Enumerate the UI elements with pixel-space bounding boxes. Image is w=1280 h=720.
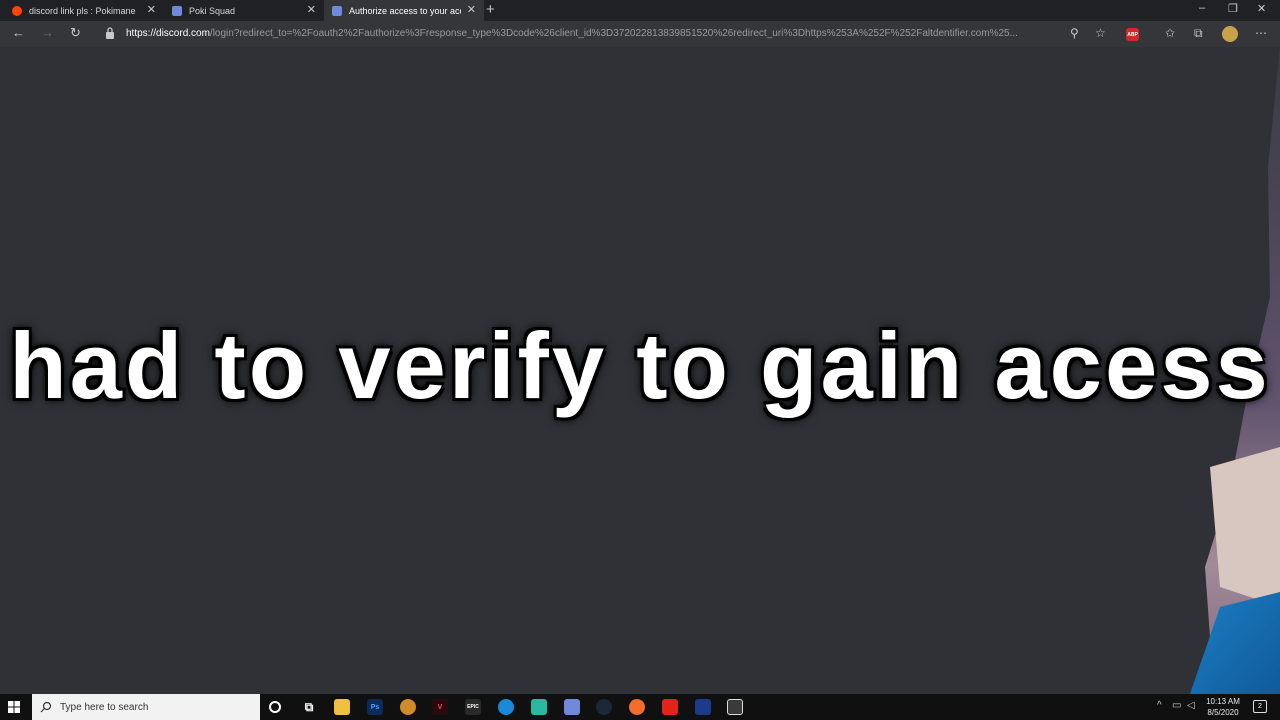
favorites-icon[interactable]: ✩ [1165,26,1175,40]
minimize-button[interactable]: – [1199,2,1205,14]
app-icon[interactable] [695,699,711,715]
tray-overflow-icon[interactable]: ^ [1157,700,1162,712]
page-content: had to verify to gain acess [0,47,1280,694]
url-path: /login?redirect_to=%2Foauth2%2Fauthorize… [209,28,1018,39]
app-icon[interactable] [531,699,547,715]
browser-toolbar: ← → ↻ https://discord.com/login?redirect… [0,21,1280,47]
task-view-icon[interactable]: ⧉ [301,699,317,715]
forward-button[interactable]: → [41,26,54,40]
clock-date: 8/5/2020 [1207,708,1239,717]
file-explorer-icon[interactable] [334,699,350,715]
clock-time: 10:13 AM [1206,697,1240,706]
tab-label: discord link pls : Pokimane [29,5,136,16]
collections-icon[interactable]: ⧉ [1194,26,1203,40]
video-caption: had to verify to gain acess [9,313,1271,418]
volume-icon[interactable]: ◁ [1187,700,1195,712]
close-window-button[interactable]: ✕ [1257,2,1266,15]
taskbar: Type here to search ⧉ Ps V EPIC ^ ▭ ◁ 10… [0,694,1280,720]
profile-avatar[interactable] [1222,26,1238,42]
search-icon [40,701,52,713]
cortana-icon[interactable] [269,701,281,713]
tab-label: Poki Squad [189,5,236,16]
steam-icon[interactable] [596,699,612,715]
refresh-button[interactable]: ↻ [70,26,81,40]
system-clock[interactable]: 10:13 AM 8/5/2020 [1200,696,1246,718]
discord-icon [332,5,342,16]
tab-strip: discord link pls : Pokimane ✕ Poki Squad… [0,0,1280,21]
search-placeholder: Type here to search [60,701,149,713]
tab-poki-squad[interactable]: Poki Squad ✕ [164,0,324,21]
discord-icon[interactable] [564,699,580,715]
photoshop-icon[interactable]: Ps [367,699,383,715]
new-tab-button[interactable]: + [486,2,495,17]
epic-games-icon[interactable]: EPIC [465,699,481,715]
close-icon[interactable]: ✕ [467,5,476,16]
network-icon[interactable]: ▭ [1172,700,1181,712]
reddit-icon [12,5,22,16]
back-button[interactable]: ← [12,26,25,40]
browser-window: discord link pls : Pokimane ✕ Poki Squad… [0,0,1280,694]
tab-authorize[interactable]: Authorize access to your account ✕ [324,0,484,21]
lock-icon [106,27,114,39]
tab-reddit[interactable]: discord link pls : Pokimane ✕ [4,0,164,21]
favorite-star-icon[interactable]: ☆ [1095,26,1106,40]
tab-label: Authorize access to your account [349,5,461,16]
notification-center-icon[interactable]: 2 [1253,700,1267,713]
address-bar[interactable]: https://discord.com/login?redirect_to=%2… [126,28,1056,39]
more-menu-icon[interactable]: ⋯ [1255,26,1267,40]
app-icon[interactable] [727,699,743,715]
discord-icon [172,5,182,16]
close-icon[interactable]: ✕ [147,5,156,16]
valorant-icon[interactable]: V [432,699,448,715]
key-icon[interactable]: ⚲ [1070,26,1079,40]
roblox-icon[interactable] [662,699,678,715]
origin-icon[interactable] [629,699,645,715]
url-host: https://discord.com [126,28,210,39]
windows-start-icon[interactable] [8,701,20,713]
adblock-extension-icon[interactable]: ABP [1126,28,1139,41]
edge-icon[interactable] [498,699,514,715]
taskbar-search[interactable]: Type here to search [32,694,260,720]
close-icon[interactable]: ✕ [307,5,316,16]
restore-button[interactable]: ❐ [1228,2,1238,15]
app-icon[interactable] [400,699,416,715]
